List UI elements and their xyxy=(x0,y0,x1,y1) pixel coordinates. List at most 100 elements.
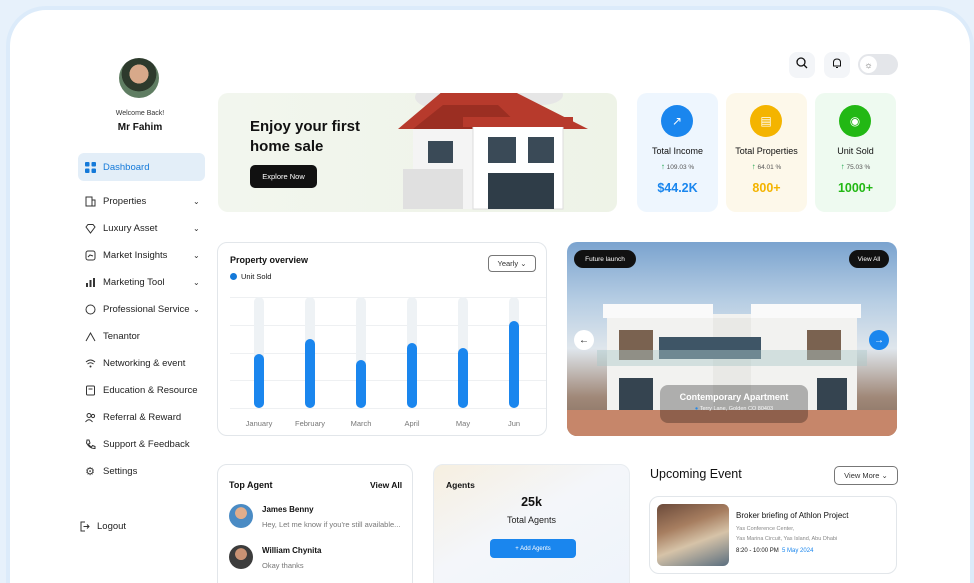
sidebar-item-dashboard[interactable]: Dashboard xyxy=(78,153,205,181)
insights-icon xyxy=(84,249,96,261)
agent-message: Hey, Let me know if you're still availab… xyxy=(262,520,401,529)
hero-title: Enjoy your first home sale xyxy=(250,118,361,155)
bar-chart-icon xyxy=(84,276,96,288)
hero-banner: Enjoy your first home sale Explore Now xyxy=(218,93,617,212)
tenantor-icon xyxy=(84,330,96,342)
sidebar-item-label: Networking & event xyxy=(103,357,186,369)
stat-title: Unit Sold xyxy=(837,146,874,156)
bell-icon xyxy=(831,56,843,74)
explore-now-button[interactable]: Explore Now xyxy=(250,165,317,188)
grid-icon xyxy=(84,161,96,173)
property-label: Contemporary Apartment ● Terry Lane, Gol… xyxy=(660,385,808,423)
sidebar-item-properties[interactable]: Properties ⌄ xyxy=(78,187,205,215)
diamond-icon xyxy=(84,222,96,234)
notification-button[interactable] xyxy=(824,52,850,78)
chevron-down-icon: ⌄ xyxy=(193,277,200,287)
upcoming-event-title: Upcoming Event xyxy=(650,467,742,481)
stat-percent: ↑ 75.03 % xyxy=(815,162,896,171)
stat-card-unit-sold: ◉ Unit Sold ↑ 75.03 % 1000+ xyxy=(815,93,896,212)
sidebar-item-education[interactable]: Education & Resource xyxy=(78,376,205,404)
stat-percent-value: 75.03 % xyxy=(846,164,871,171)
search-icon xyxy=(796,56,808,74)
avatar[interactable] xyxy=(229,504,253,528)
sidebar-item-networking[interactable]: Networking & event xyxy=(78,349,205,377)
chevron-down-icon: ⌄ xyxy=(881,471,888,480)
x-tick-label: Jun xyxy=(507,419,521,428)
x-tick-label: April xyxy=(404,419,420,428)
building-icon xyxy=(84,195,96,207)
trend-icon: ↗ xyxy=(661,105,693,137)
avatar[interactable] xyxy=(229,545,253,569)
view-all-button[interactable]: View All xyxy=(849,250,889,268)
view-more-button[interactable]: View More ⌄ xyxy=(834,466,898,485)
chart-gridline xyxy=(230,352,546,354)
top-agent-view-all[interactable]: View All xyxy=(370,480,402,490)
sidebar-item-label: Market Insights xyxy=(103,249,168,261)
legend-dot xyxy=(230,273,237,280)
sidebar-item-tenantor[interactable]: Tenantor xyxy=(78,322,205,350)
sidebar-item-label: Properties xyxy=(103,195,147,207)
avatar[interactable] xyxy=(119,58,159,98)
period-select[interactable]: Yearly ⌄ xyxy=(488,255,536,272)
event-date: 5 May 2024 xyxy=(782,548,814,554)
property-address-text: Terry Lane, Golden CO 80403 xyxy=(699,406,774,412)
stat-title: Total Income xyxy=(651,146,704,156)
stat-value: $44.2K xyxy=(657,181,698,195)
sidebar-item-label: Tenantor xyxy=(103,330,140,342)
document-icon: ▤ xyxy=(750,105,782,137)
view-more-label: View More xyxy=(844,471,880,480)
event-datetime: 8:20 - 10:00 PM 5 May 2024 xyxy=(736,548,813,554)
sun-icon: ☼ xyxy=(860,56,877,73)
chart-bar[interactable] xyxy=(509,321,519,408)
legend-label: Unit Sold xyxy=(241,272,272,281)
sidebar-item-label: Support & Feedback xyxy=(103,438,190,450)
agents-title: Agents xyxy=(446,480,475,490)
chart-title: Property overview xyxy=(230,255,309,265)
chart-bar[interactable] xyxy=(254,353,264,408)
chevron-down-icon: ⌄ xyxy=(193,223,200,233)
property-showcase: Future launch View All ← → Contemporary … xyxy=(567,242,897,436)
event-name: Broker briefing of Athlon Project xyxy=(736,511,849,520)
chart-gridline xyxy=(230,408,546,409)
stat-percent: ↑ 109.03 % xyxy=(637,162,718,171)
wifi-icon xyxy=(84,357,96,369)
sidebar-item-marketing-tool[interactable]: Marketing Tool ⌄ xyxy=(78,268,205,296)
arrow-right-icon[interactable]: → xyxy=(869,330,889,350)
chart-bar[interactable] xyxy=(305,339,315,408)
phone-icon xyxy=(84,438,96,450)
top-agent-card: Top Agent View All James Benny Hey, Let … xyxy=(217,464,413,583)
sidebar-item-market-insights[interactable]: Market Insights ⌄ xyxy=(78,241,205,269)
event-image xyxy=(657,504,729,566)
sidebar-item-label: Dashboard xyxy=(103,161,150,173)
sidebar-item-label: Referral & Reward xyxy=(103,411,182,423)
logout-button[interactable]: Logout xyxy=(72,512,199,540)
sidebar-item-professional-service[interactable]: Professional Service ⌄ xyxy=(78,295,205,323)
property-overview-chart: Property overview Unit Sold Yearly ⌄ Jan… xyxy=(217,242,547,436)
user-name: Mr Fahim xyxy=(117,122,163,133)
top-agent-title: Top Agent xyxy=(229,480,273,490)
chart-bar[interactable] xyxy=(407,342,417,408)
gear-icon: ⚙ xyxy=(85,465,95,478)
book-icon xyxy=(84,384,96,396)
house-illustration xyxy=(398,93,588,210)
chart-bar[interactable] xyxy=(458,348,468,408)
agents-label: Total Agents xyxy=(506,515,557,525)
sidebar-item-support[interactable]: Support & Feedback xyxy=(78,430,205,458)
sidebar-item-settings[interactable]: ⚙ Settings xyxy=(78,457,205,485)
location-pin-icon: ● xyxy=(694,406,699,412)
sidebar-item-label: Marketing Tool xyxy=(103,276,165,288)
event-item[interactable]: Broker briefing of Athlon Project Yas Co… xyxy=(649,496,897,574)
add-agents-button[interactable]: + Add Agents xyxy=(490,539,576,558)
search-button[interactable] xyxy=(789,52,815,78)
chart-bar[interactable] xyxy=(356,360,366,408)
chevron-down-icon: ⌄ xyxy=(193,304,200,314)
event-time: 8:20 - 10:00 PM xyxy=(736,548,779,554)
logout-icon xyxy=(78,520,90,532)
arrow-left-icon[interactable]: ← xyxy=(574,330,594,350)
sidebar-item-referral[interactable]: Referral & Reward xyxy=(78,403,205,431)
agents-card: Agents 25k Total Agents + Add Agents xyxy=(433,464,630,583)
sidebar-item-luxury-asset[interactable]: Luxury Asset ⌄ xyxy=(78,214,205,242)
stat-percent-value: 64.01 % xyxy=(757,164,782,171)
x-tick-label: February xyxy=(294,419,325,428)
theme-toggle[interactable]: ☼ xyxy=(858,54,898,75)
